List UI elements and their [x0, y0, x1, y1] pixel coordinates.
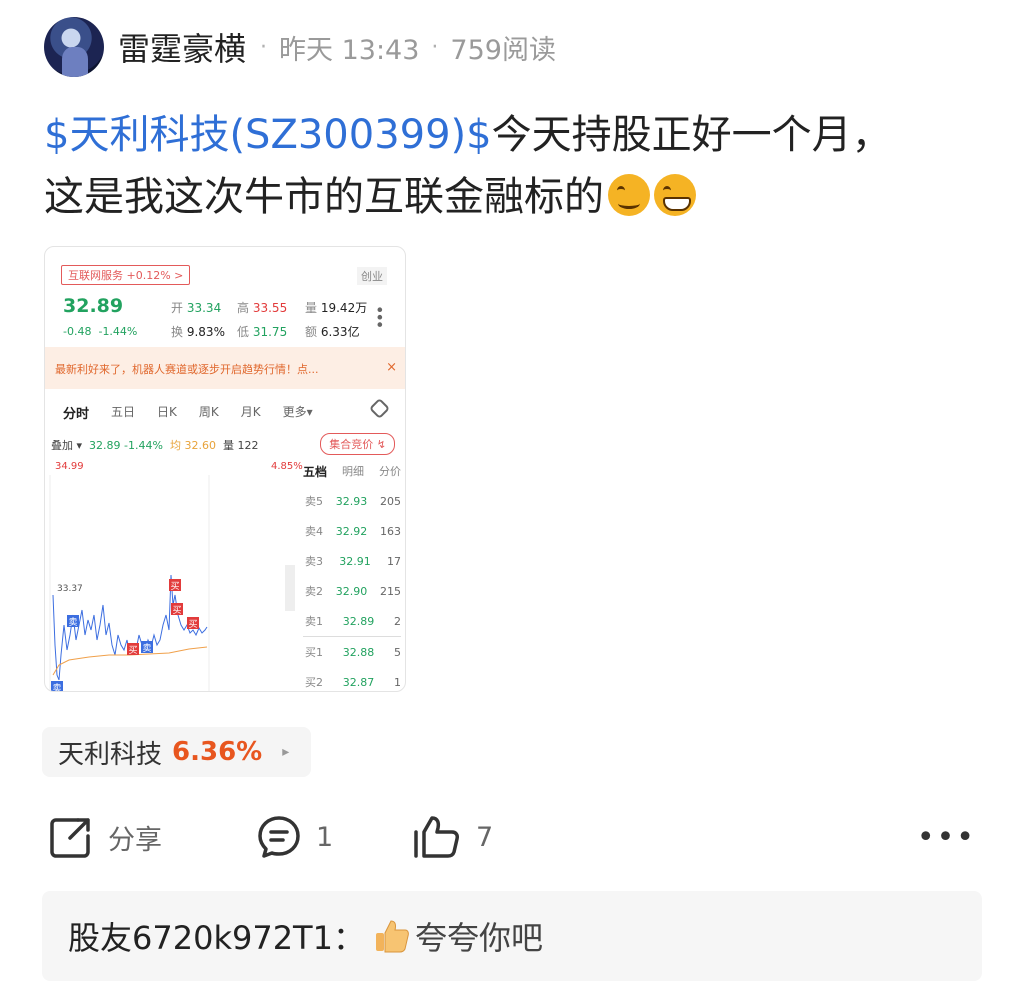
comment-icon: [258, 816, 300, 858]
trade-marker: 买: [169, 579, 181, 592]
stock-chip-name: 天利科技: [58, 739, 163, 770]
open-value: 开 33.34: [171, 301, 222, 315]
svg-text:卖: 卖: [143, 643, 152, 654]
comment-text: 夸夸你吧: [414, 919, 543, 957]
post-time: 昨天 13:43: [279, 34, 420, 66]
stock-link[interactable]: $天利科技(SZ300399)$: [44, 112, 492, 158]
share-icon: [50, 818, 90, 858]
svg-text:卖: 卖: [69, 617, 78, 628]
order-book-tabs: 五档 明细 分价: [303, 465, 401, 479]
board-label: 创业: [357, 267, 387, 285]
svg-text:买: 买: [173, 605, 182, 616]
settings-icon: [368, 397, 391, 420]
svg-text:买: 买: [129, 645, 138, 656]
stock-screenshot-image[interactable]: 互联网服务 +0.12% > 创业 32.89 -0.48 -1.44% 开 3…: [44, 246, 406, 692]
intraday-chart: 33.37 卖卖买 卖买买买: [49, 475, 295, 692]
trade-marker: 买: [187, 617, 199, 630]
comment-preview[interactable]: 股友6720k972T1： 夸夸你吧: [42, 891, 982, 981]
more-icon: •••: [370, 305, 389, 328]
post-header: 雷霆豪横 · 昨天 13:43 · 759阅读: [44, 16, 984, 78]
period-tabs: 分时 五日 日K 周K 月K 更多▾: [63, 405, 313, 422]
current-price: 32.89: [63, 295, 124, 317]
news-notice: 最新利好来了，机器人赛道或逐步开启趋势行情！点... ×: [45, 347, 405, 389]
avatar[interactable]: [44, 17, 104, 77]
action-bar: 分享 1 7 •••: [44, 812, 984, 862]
sell-row: 卖2 32.90 215: [305, 584, 401, 599]
share-button[interactable]: 分享: [48, 814, 162, 860]
thumbs-up-emoji-icon: [375, 920, 409, 953]
sell-row: 卖5 32.93 205: [305, 494, 401, 509]
trade-marker: 卖: [51, 681, 63, 692]
order-book: 五档 明细 分价 卖5 32.93 205 卖4 32.92 163 卖3 32.91 17…: [293, 461, 405, 691]
volume-value: 量 19.42万: [305, 301, 368, 315]
play-arrow-icon: ▸: [282, 744, 290, 760]
chart-high-label: 34.99: [55, 461, 84, 472]
share-label: 分享: [108, 824, 162, 856]
sell-row: 卖1 32.89 2: [305, 614, 401, 629]
post-meta: · 昨天 13:43 · 759阅读: [260, 28, 556, 67]
svg-text:卖: 卖: [53, 683, 62, 692]
svg-text:买: 买: [189, 619, 198, 630]
like-count: 7: [476, 821, 494, 853]
comment-button[interactable]: 1: [256, 814, 333, 860]
more-options-icon[interactable]: •••: [917, 820, 976, 855]
trade-marker: 买: [127, 643, 139, 656]
stock-chip-pct: 6.36%: [172, 737, 263, 767]
buy-row: 买2 32.87 1: [305, 675, 401, 690]
sell-row: 卖4 32.92 163: [305, 524, 401, 539]
thumbs-up-icon: [414, 816, 459, 858]
low-value: 低 31.75: [237, 325, 288, 339]
sector-tag: 互联网服务 +0.12% >: [61, 265, 191, 285]
auction-button: 集合竞价 ↯: [320, 433, 395, 455]
high-value: 高 33.55: [237, 301, 288, 315]
amount-value: 额 6.33亿: [305, 325, 360, 339]
post-text-line2: 这是我这次牛市的互联金融标的: [44, 174, 604, 220]
trade-marker: 卖: [141, 641, 153, 654]
close-icon: ×: [386, 360, 397, 375]
comment-count: 1: [316, 821, 334, 853]
author-name[interactable]: 雷霆豪横: [118, 24, 246, 70]
buy-row: 买1 32.88 5: [305, 645, 401, 660]
read-count: 759阅读: [450, 34, 556, 66]
trade-marker: 卖: [67, 615, 79, 628]
turnover-value: 换 9.83%: [171, 325, 225, 339]
overlay-bar: 叠加 ▾ 32.89 -1.44% 均 32.60 量 122: [51, 439, 259, 452]
comment-user[interactable]: 股友6720k972T1：: [68, 913, 365, 959]
price-change: -0.48 -1.44%: [63, 325, 138, 338]
sell-row: 卖3 32.91 17: [305, 554, 401, 569]
chart-mark-label: 33.37: [57, 584, 83, 594]
svg-text:买: 买: [171, 581, 180, 592]
stock-chip[interactable]: 天利科技 6.36% ▸: [42, 727, 312, 777]
trade-marker: 买: [171, 603, 183, 616]
like-button[interactable]: 7: [412, 814, 493, 860]
post-body: $天利科技(SZ300399)$今天持股正好一个月， 这是我这次牛市的互联金融标…: [44, 104, 984, 228]
post-text-line1: 今天持股正好一个月，: [491, 112, 892, 158]
smirk-face-icon: [608, 174, 650, 216]
grin-face-icon: [654, 174, 696, 216]
